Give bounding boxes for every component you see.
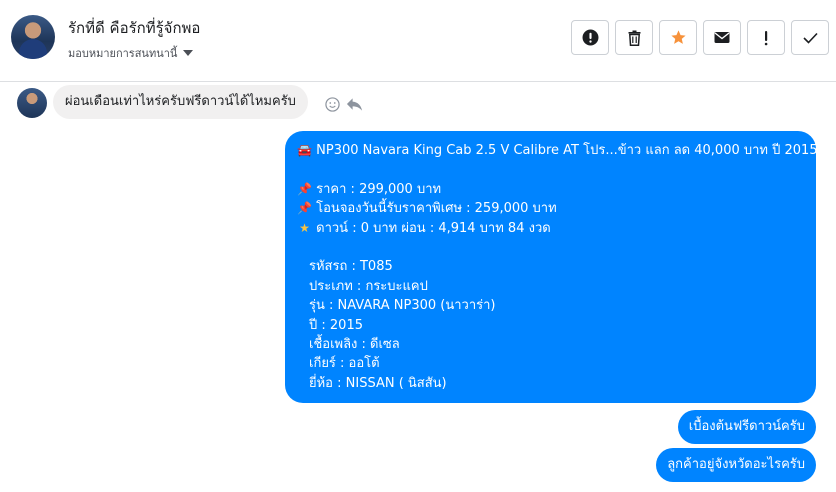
follow-up-button[interactable] (747, 20, 785, 55)
outgoing-message[interactable]: เบื้องต้นฟรีดาวน์ครับ (677, 410, 816, 444)
listing-price-line: 📌 ราคา : 299,000 บาท (297, 180, 804, 199)
message-actions (325, 97, 363, 112)
check-icon (802, 32, 818, 44)
reply-icon[interactable] (346, 97, 363, 112)
outgoing-message[interactable]: ลูกค้าอยู่จังหวัดอะไรครับ (656, 448, 816, 482)
done-button[interactable] (791, 20, 829, 55)
envelope-icon (714, 32, 730, 43)
message-thread: ผ่อนเดือนเท่าไหร่ครับฟรีดาวน์ได้ไหมครับ … (0, 82, 836, 492)
listing-detail-gear: เกียร์ : ออโต้ (309, 356, 380, 372)
delete-button[interactable] (615, 20, 653, 55)
listing-detail-brand: ยี่ห้อ : NISSAN ( นิสสัน) (309, 375, 447, 391)
conversation-header: รักที่ดี คือรักที่รู้จักพอ มอบหมายการสนท… (0, 0, 836, 82)
listing-down-line: ★ ดาวน์ : 0 บาท ผ่อน : 4,914 บาท 84 งวด (297, 219, 804, 238)
assign-conversation-dropdown[interactable]: มอบหมายการสนทนานี้ (68, 44, 194, 62)
spam-button[interactable] (571, 20, 609, 55)
listing-detail-year: ปี : 2015 (309, 317, 363, 333)
exclamation-circle-icon (582, 29, 598, 46)
listing-title: NP300 Navara King Cab 2.5 V Calibre AT โ… (316, 143, 818, 158)
listing-down-payment: ดาวน์ : 0 บาท ผ่อน : 4,914 บาท 84 งวด (316, 220, 551, 236)
listing-special-price: โอนจองวันนี้รับราคาพิเศษ : 259,000 บาท (316, 201, 557, 217)
assign-label: มอบหมายการสนทนานี้ (68, 47, 178, 60)
exclamation-icon (764, 30, 768, 45)
smiley-icon[interactable] (325, 97, 340, 112)
listing-title-line: 🚘 NP300 Navara King Cab 2.5 V Calibre AT… (297, 141, 818, 160)
listing-special-line: 📌 โอนจองวันนี้รับราคาพิเศษ : 259,000 บาท (297, 199, 804, 218)
star-icon (670, 30, 686, 44)
conversation-toolbar (571, 20, 829, 55)
pushpin-icon: 📌 (297, 201, 312, 216)
sender-avatar (17, 88, 47, 118)
incoming-message[interactable]: ผ่อนเดือนเท่าไหร่ครับฟรีดาวน์ได้ไหมครับ (53, 85, 308, 119)
caret-down-icon (183, 50, 194, 56)
listing-detail-type: ประเภท : กระบะแคป (309, 278, 428, 294)
listing-detail-code: รหัสรถ : T085 (309, 259, 393, 275)
pushpin-icon: 📌 (297, 181, 312, 196)
contact-name[interactable]: รักที่ดี คือรักที่รู้จักพอ (68, 16, 200, 40)
listing-detail-fuel: เชื้อเพลิง : ดีเซล (309, 336, 400, 352)
listing-detail-model: รุ่น : NAVARA NP300 (นาวาร่า) (309, 298, 496, 314)
car-icon: 🚘 (297, 143, 312, 157)
mark-unread-button[interactable] (703, 20, 741, 55)
listing-message[interactable]: 🚘 NP300 Navara King Cab 2.5 V Calibre AT… (285, 131, 818, 404)
star-icon: ★ (299, 220, 310, 235)
contact-avatar[interactable] (11, 15, 55, 59)
star-button[interactable] (659, 20, 697, 55)
listing-price: ราคา : 299,000 บาท (316, 181, 442, 197)
trash-icon (628, 30, 640, 46)
